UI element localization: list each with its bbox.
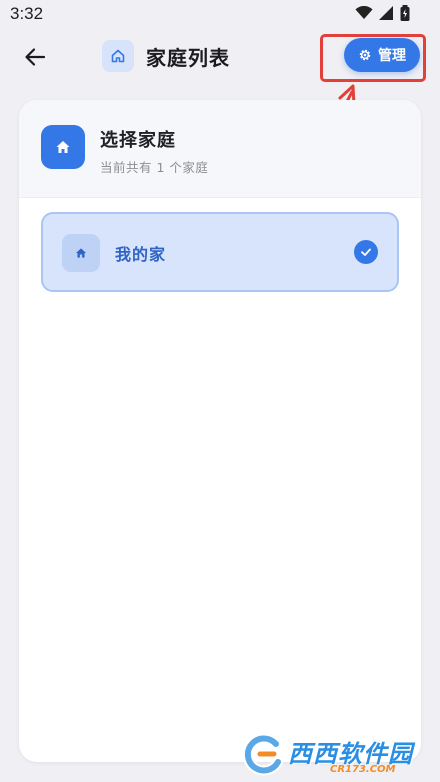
family-list-item[interactable]: 我的家 <box>41 212 399 292</box>
status-time: 3:32 <box>10 4 44 23</box>
family-card: 选择家庭 当前共有 1 个家庭 我的家 <box>19 100 421 762</box>
card-header: 选择家庭 当前共有 1 个家庭 <box>19 100 421 198</box>
manage-button-label: 管理 <box>378 48 406 64</box>
home-icon <box>41 125 85 169</box>
status-bar: 3:32 <box>0 0 440 30</box>
wifi-icon <box>355 6 373 19</box>
manage-button[interactable]: 管理 <box>344 38 420 72</box>
app-header: 家庭列表 管理 <box>0 30 440 82</box>
card-title: 选择家庭 <box>100 130 176 151</box>
gear-icon <box>359 49 371 61</box>
back-button[interactable] <box>20 42 50 72</box>
battery-icon <box>400 5 410 21</box>
family-name: 我的家 <box>115 245 167 264</box>
title-group: 家庭列表 <box>102 40 230 72</box>
page-title: 家庭列表 <box>146 45 230 70</box>
home-icon <box>62 234 100 272</box>
signal-icon <box>379 6 393 20</box>
card-subtitle: 当前共有 1 个家庭 <box>100 160 209 175</box>
watermark: 西西软件园 CR173.COM <box>240 730 440 782</box>
status-icons <box>355 5 410 21</box>
home-outline-icon <box>102 40 134 72</box>
watermark-subtext: CR173.COM <box>330 764 396 775</box>
arrow-left-icon <box>25 48 46 66</box>
watermark-logo-icon <box>242 733 283 776</box>
check-icon <box>354 240 378 264</box>
